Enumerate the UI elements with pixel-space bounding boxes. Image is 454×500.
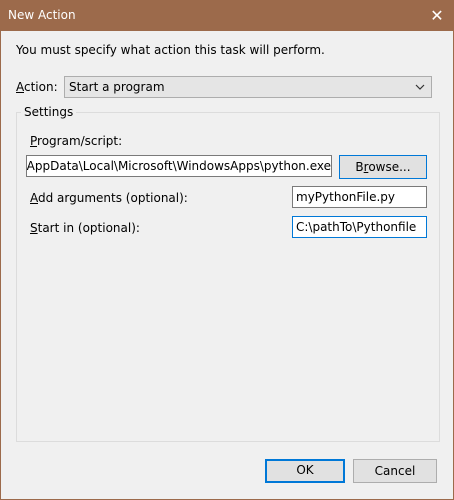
- browse-button[interactable]: Browse...: [339, 155, 427, 179]
- add-arguments-input[interactable]: myPythonFile.py: [292, 186, 427, 208]
- add-arguments-label: Add arguments (optional):: [30, 191, 188, 205]
- cancel-button[interactable]: Cancel: [353, 459, 437, 483]
- program-script-label: Program/script:: [30, 134, 123, 148]
- action-select-value: Start a program: [69, 80, 165, 94]
- close-icon[interactable]: ✕: [420, 0, 454, 31]
- start-in-label: Start in (optional):: [30, 221, 140, 235]
- program-script-input[interactable]: ony\AppData\Local\Microsoft\WindowsApps\…: [26, 155, 332, 177]
- action-select[interactable]: Start a program: [64, 76, 432, 98]
- ok-button[interactable]: OK: [265, 459, 345, 483]
- title-bar[interactable]: New Action ✕: [0, 0, 454, 31]
- start-in-input[interactable]: C:\pathTo\Pythonfile: [292, 216, 427, 238]
- window-title: New Action: [8, 8, 76, 22]
- action-label: Action:: [16, 80, 58, 94]
- settings-group-label: Settings: [21, 105, 77, 119]
- instruction-text: You must specify what action this task w…: [16, 43, 325, 57]
- chevron-down-icon: [415, 77, 425, 97]
